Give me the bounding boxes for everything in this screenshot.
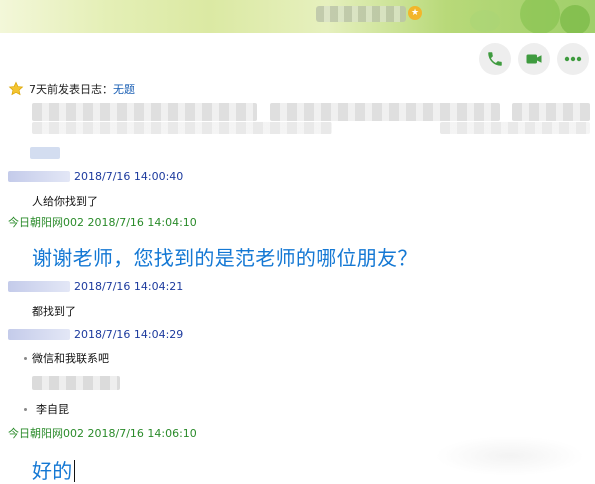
sender-name-blurred bbox=[8, 280, 70, 292]
decor-leaf bbox=[470, 10, 500, 32]
recent-diary: 7天前发表日志： 无题 bbox=[8, 80, 135, 98]
message-header: 今日朝阳网002 2018/7/16 14:06:10 bbox=[8, 425, 197, 441]
sender-name-blurred bbox=[8, 170, 70, 182]
sender-name: 今日朝阳网002 bbox=[8, 427, 84, 440]
message-time: 2018/7/16 14:04:10 bbox=[87, 215, 197, 229]
message-text: 李自昆 bbox=[36, 403, 69, 416]
message-header: 2018/7/16 14:04:21 bbox=[8, 278, 183, 294]
contact-name-blurred bbox=[316, 6, 406, 22]
message-input[interactable]: 好的 bbox=[32, 455, 75, 484]
star-icon bbox=[8, 81, 24, 96]
bullet-dot bbox=[24, 357, 27, 360]
chat-toolbar bbox=[479, 43, 589, 75]
decor-leaf bbox=[560, 5, 590, 33]
diary-text: 7天前发表日志： bbox=[29, 83, 113, 96]
blurred-content bbox=[32, 103, 257, 121]
level-star-icon: ★ bbox=[408, 6, 422, 20]
message-header: 2018/7/16 14:00:40 bbox=[8, 168, 183, 184]
sender-name: 今日朝阳网002 bbox=[8, 216, 84, 229]
video-icon[interactable] bbox=[518, 43, 550, 75]
diary-link[interactable]: 无题 bbox=[113, 81, 135, 97]
phone-icon[interactable] bbox=[479, 43, 511, 75]
message-time: 2018/7/16 14:04:29 bbox=[74, 327, 184, 341]
more-icon[interactable] bbox=[557, 43, 589, 75]
sender-name-blurred bbox=[8, 328, 70, 340]
message-text: 都找到了 bbox=[32, 305, 76, 318]
message-header: 2018/7/16 14:04:29 bbox=[8, 326, 183, 342]
blurred-contact-id bbox=[32, 376, 120, 390]
message-time: 2018/7/16 14:00:40 bbox=[74, 169, 184, 183]
blurred-content bbox=[440, 122, 590, 134]
message-header: 今日朝阳网002 2018/7/16 14:04:10 bbox=[8, 214, 197, 230]
bullet-dot bbox=[24, 408, 27, 411]
blurred-content bbox=[512, 103, 590, 121]
window-header: ★ bbox=[0, 0, 595, 33]
message-text: 人给你找到了 bbox=[32, 195, 98, 208]
watermark bbox=[435, 436, 585, 476]
message-text: 微信和我联系吧 bbox=[32, 352, 109, 365]
message-text: 谢谢老师，您找到的是范老师的哪位朋友？ bbox=[32, 246, 418, 270]
text-cursor bbox=[73, 460, 75, 482]
blurred-content bbox=[32, 122, 332, 134]
blurred-content bbox=[270, 103, 500, 121]
message-time: 2018/7/16 14:04:21 bbox=[74, 279, 184, 293]
message-text: 好的 bbox=[32, 459, 73, 483]
message-time: 2018/7/16 14:06:10 bbox=[87, 426, 197, 440]
decor-leaf bbox=[520, 0, 560, 33]
blurred-content bbox=[30, 147, 60, 159]
